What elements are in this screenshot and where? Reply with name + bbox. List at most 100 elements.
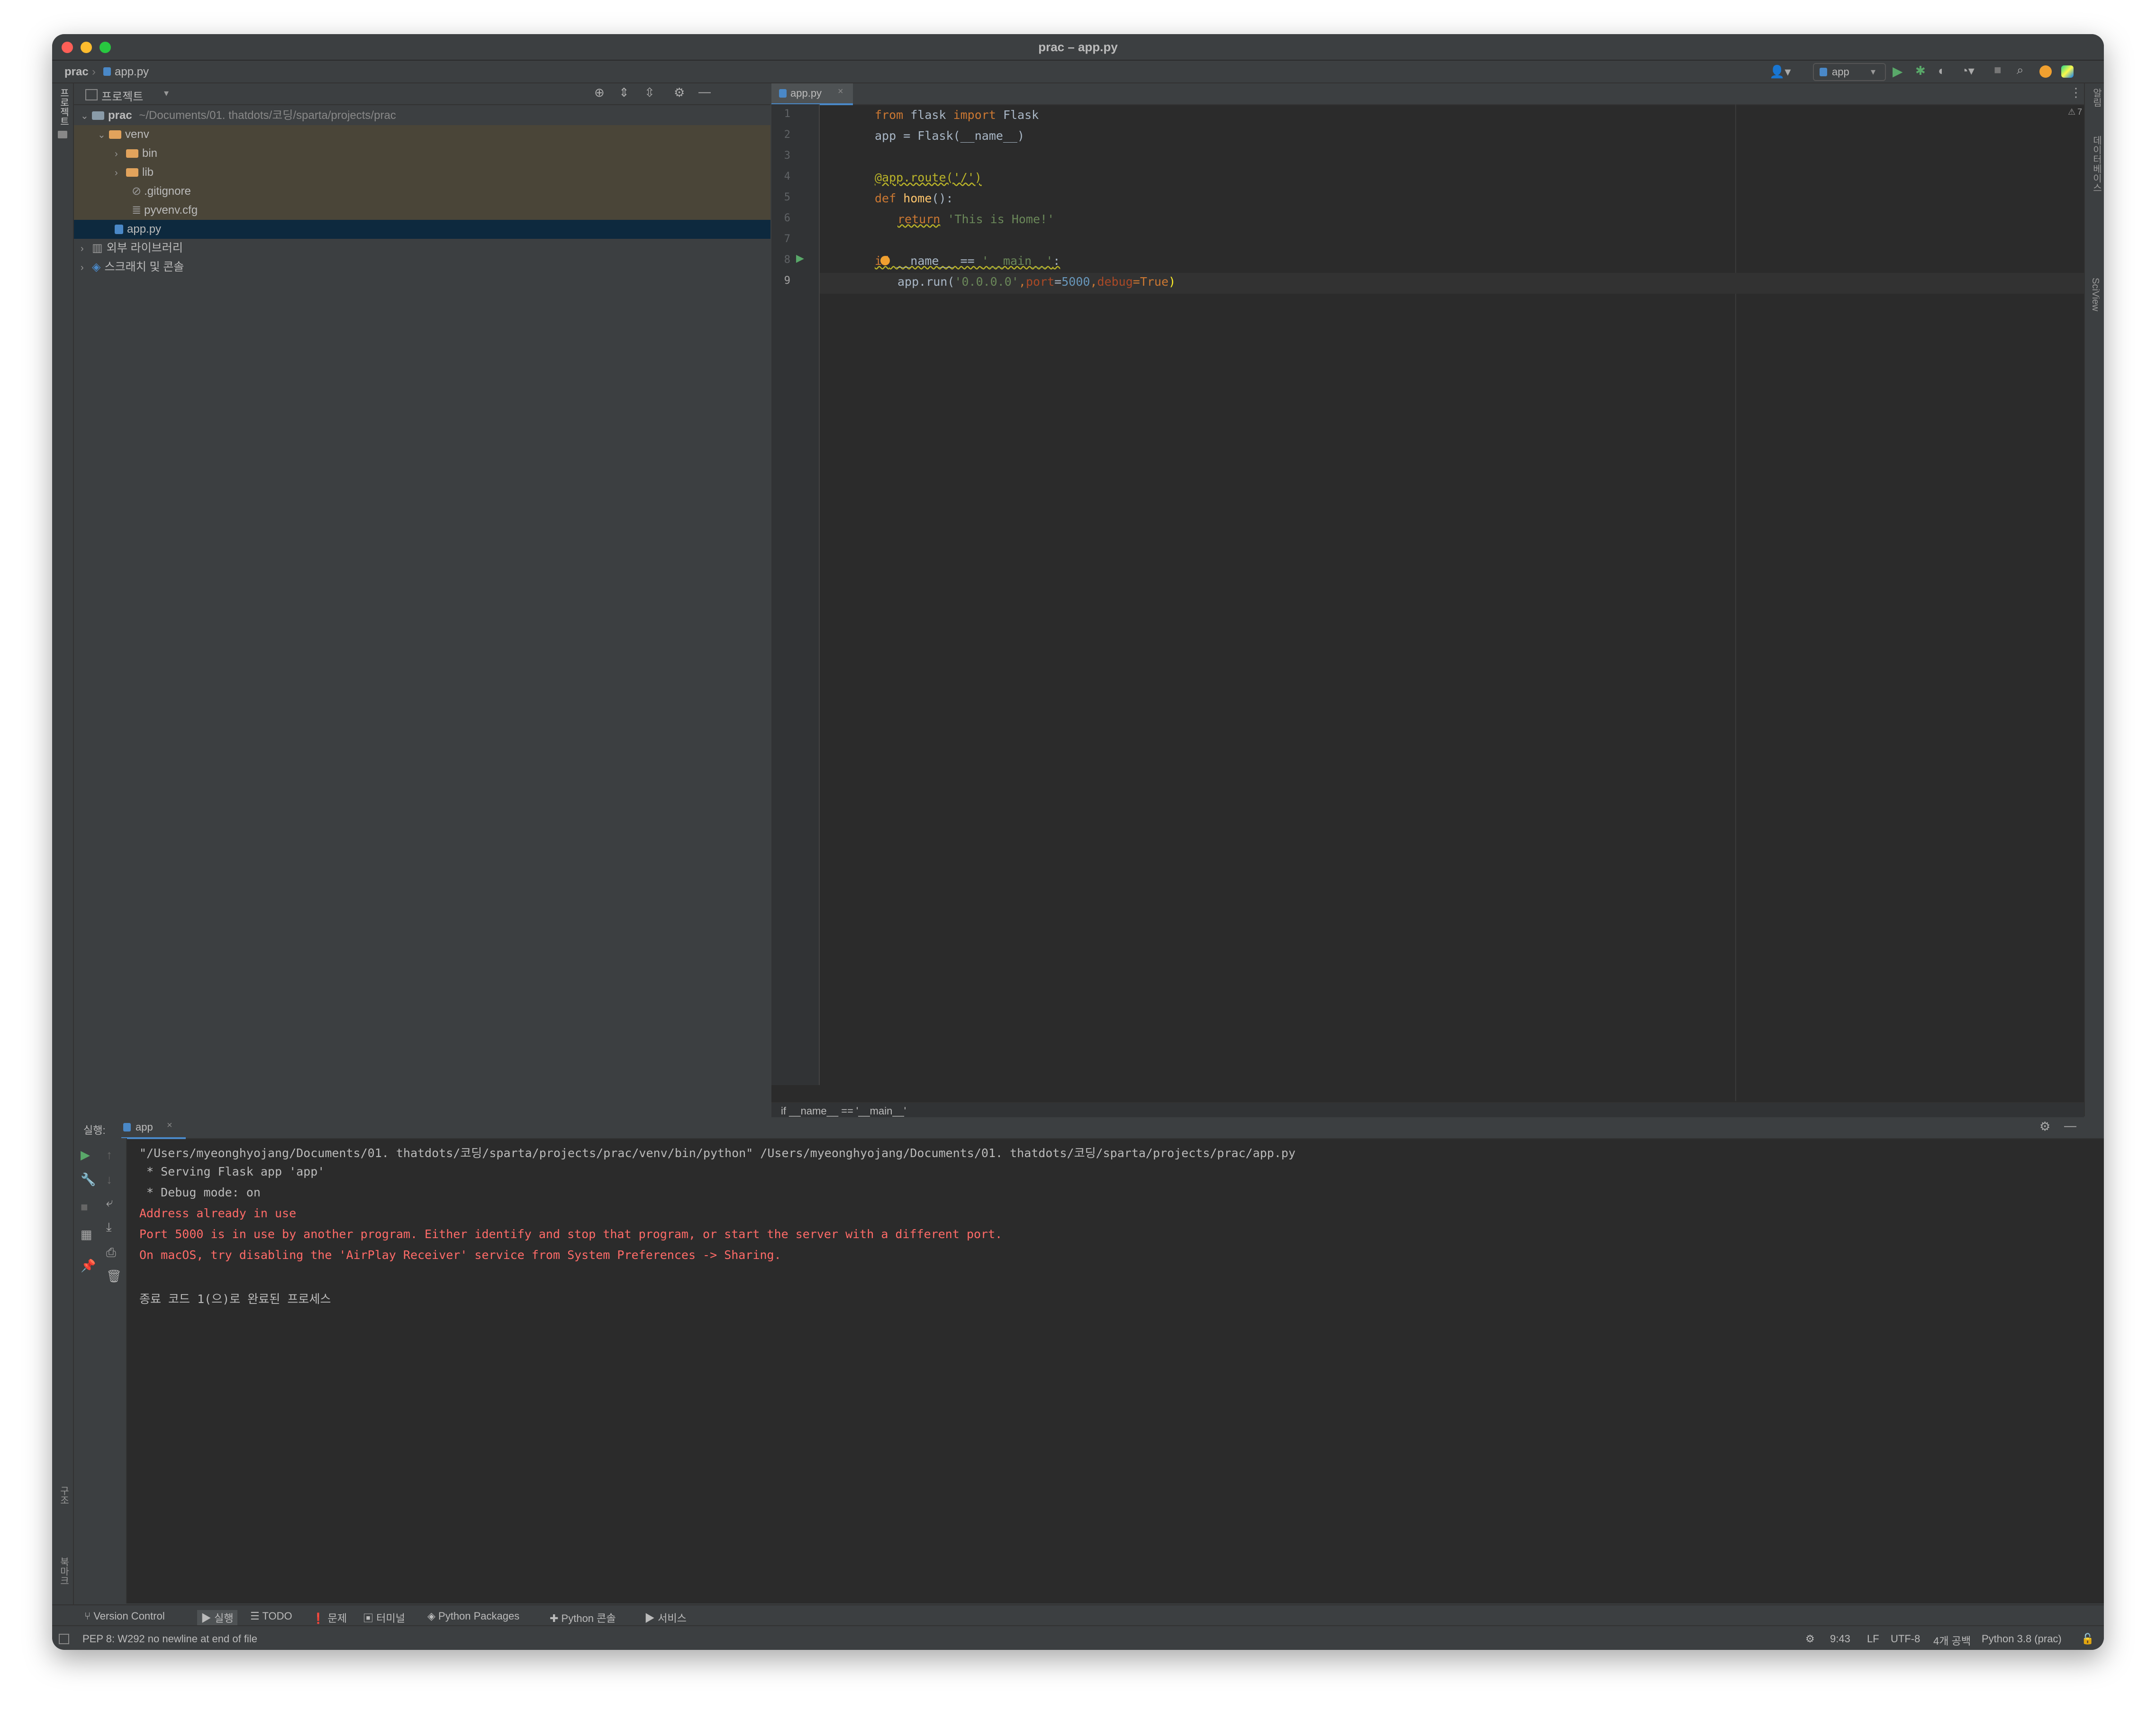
search-icon[interactable]: ⌕ (2017, 63, 2024, 78)
line-number: 5 (784, 191, 790, 203)
intention-bulb-icon[interactable] (880, 256, 890, 265)
stop-icon[interactable]: ■ (1994, 63, 2002, 77)
bookmarks-tool-button[interactable]: 북마크 (57, 1557, 71, 1585)
tab-run-app[interactable]: app × (121, 1117, 186, 1139)
trash-icon[interactable]: 🗑 (106, 1269, 122, 1284)
scroll-to-end-icon[interactable]: ⤓ (106, 1220, 112, 1235)
layout-icon[interactable]: ▦ (81, 1227, 92, 1242)
tree-item-scratches[interactable]: › ◈ 스크래치 및 콘솔 (74, 258, 770, 277)
update-icon[interactable] (2039, 65, 2052, 78)
editor-breadcrumb[interactable]: if __name__ == '__main__' (771, 1102, 2084, 1118)
title-bar: prac – app.py (52, 34, 2104, 61)
tree-item-venv[interactable]: ⌄ venv (74, 125, 770, 144)
sciview-tool-button[interactable]: SciView (2090, 278, 2101, 311)
tree-item-label: bin (142, 147, 158, 160)
tree-item-pyvenv-cfg[interactable]: ≣ pyvenv.cfg (74, 201, 770, 220)
notifications-tool-button[interactable]: 알림 (2090, 88, 2103, 107)
coverage-icon[interactable]: ◐ (1938, 63, 1946, 78)
git-icon[interactable]: ⚙ (1805, 1633, 1815, 1645)
console-line: * Serving Flask app 'app' (139, 1165, 325, 1178)
ignore-file-icon: ⊘ (132, 185, 142, 198)
warning-count[interactable]: 7 (2077, 107, 2082, 117)
tree-item-external-libraries[interactable]: › ▥ 외부 라이브러리 (74, 239, 770, 258)
structure-tool-button[interactable]: 구조 (57, 1486, 71, 1505)
python-config-icon (1820, 68, 1827, 76)
breadcrumb-file[interactable]: app.py (115, 65, 149, 79)
console-error-line: Address already in use (139, 1206, 297, 1220)
project-tool-button[interactable]: 프로젝트 (57, 88, 71, 126)
breadcrumb-label: if __name__ == '__main__' (781, 1105, 906, 1117)
tab-version-control[interactable]: ⑂ Version Control (84, 1610, 165, 1622)
code-area[interactable]: from flask import Flask app = Flask(__na… (820, 84, 2084, 1102)
code-line-1: from flask import Flask (875, 108, 1039, 122)
python-interpreter[interactable]: Python 3.8 (prac) (1982, 1633, 2062, 1645)
tab-todo[interactable]: ☰ TODO (250, 1610, 292, 1622)
stop-icon[interactable]: ■ (81, 1200, 88, 1214)
gear-icon[interactable]: ⚙ (2039, 1119, 2050, 1134)
down-arrow-icon[interactable]: ↓ (106, 1172, 112, 1187)
run-panel: 실행: app × ⚙ — ▶ ↑ 🔧 ↓ ■ ⤶ ⤓ ▦ ⎙ 📌 🗑 "/Us… (74, 1117, 2104, 1603)
tab-terminal[interactable]: ▣ 터미널 (363, 1610, 405, 1625)
tab-run[interactable]: ▶ 실행 (197, 1610, 237, 1625)
line-separator[interactable]: LF (1867, 1633, 1879, 1645)
chevron-down-icon[interactable]: ▾ (164, 87, 169, 99)
console-output[interactable]: "/Users/myeonghyojang/Documents/01. that… (127, 1138, 2084, 1603)
run-gutter-icon[interactable]: ▶ (796, 252, 804, 264)
project-panel: 프로젝트 ▾ ⊕ ⇕ ⇳ ⚙ — ⌄ prac ~/Documents/01. t… (74, 83, 770, 1116)
tree-item-label: venv (125, 128, 149, 141)
console-line: * Debug mode: on (139, 1186, 261, 1199)
project-view-label[interactable]: 프로젝트 (101, 87, 143, 104)
tree-item-label: pyvenv.cfg (144, 204, 198, 217)
tab-services[interactable]: ▶ 서비스 (644, 1610, 687, 1625)
cursor-position[interactable]: 9:43 (1830, 1633, 1850, 1645)
tab-python-packages[interactable]: ◈ Python Packages (427, 1610, 519, 1622)
bottom-tool-tabs: ⑂ Version Control ▶ 실행 ☰ TODO ❗ 문제 ▣ 터미널… (52, 1604, 2104, 1626)
tree-item-lib[interactable]: › lib (74, 163, 770, 182)
tree-item-prac[interactable]: ⌄ prac ~/Documents/01. thatdots/코딩/sparta… (74, 106, 770, 125)
soft-wrap-icon[interactable]: ⤶ (106, 1195, 113, 1210)
folder-icon (58, 131, 67, 138)
expand-all-icon[interactable]: ⇕ (619, 85, 629, 100)
database-tool-button[interactable]: 데이터베이스 (2090, 136, 2103, 192)
tree-item-gitignore[interactable]: ⊘ .gitignore (74, 182, 770, 201)
hide-panel-icon[interactable]: — (2064, 1118, 2076, 1133)
close-icon[interactable]: × (167, 1120, 172, 1131)
jetbrains-logo-icon[interactable] (2061, 65, 2074, 78)
indent-setting[interactable]: 4개 공백 (1933, 1633, 1971, 1648)
up-arrow-icon[interactable]: ↑ (106, 1148, 112, 1162)
rerun-icon[interactable]: ▶ (81, 1148, 90, 1162)
code-line-6: return 'This is Home!' (897, 212, 1055, 226)
chevron-right-icon: › (115, 149, 118, 159)
print-icon[interactable]: ⎙ (106, 1245, 116, 1260)
wrench-icon[interactable]: 🔧 (81, 1172, 96, 1187)
file-encoding[interactable]: UTF-8 (1891, 1633, 1920, 1645)
tool-windows-icon[interactable] (59, 1634, 69, 1644)
tree-item-app-py[interactable]: app.py (74, 220, 770, 239)
collapse-all-icon[interactable]: ⇳ (644, 85, 655, 100)
run-config-selector[interactable]: app ▾ (1813, 63, 1886, 81)
status-message[interactable]: PEP 8: W292 no newline at end of file (82, 1633, 257, 1645)
code-line-9: app.run('0.0.0.0',port=5000,debug=True) (897, 275, 1176, 289)
tree-item-label: prac (108, 109, 132, 122)
run-panel-header: 실행: app × ⚙ — (74, 1117, 2104, 1139)
chevron-right-icon: › (81, 244, 84, 254)
tab-problems[interactable]: ❗ 문제 (312, 1610, 347, 1625)
run-icon[interactable]: ▶ (1893, 63, 1903, 79)
line-gutter: 1 2 3 4 5 6 7 8 9 ▶ (771, 104, 820, 1085)
warning-icon[interactable]: ⚠ (2068, 107, 2075, 117)
breadcrumb-project[interactable]: prac (64, 65, 89, 79)
hide-panel-icon[interactable]: — (698, 84, 711, 99)
tree-item-bin[interactable]: › bin (74, 144, 770, 163)
line-number: 8 (784, 254, 790, 266)
gear-icon[interactable]: ⚙ (674, 85, 685, 100)
chevron-down-icon: ▾ (1871, 67, 1876, 77)
locate-file-icon[interactable]: ⊕ (594, 85, 605, 100)
tab-python-console[interactable]: ✚ Python 콘솔 (550, 1610, 616, 1625)
line-number: 9 (784, 275, 790, 287)
pin-icon[interactable]: 📌 (81, 1258, 96, 1273)
line-number: 4 (784, 171, 790, 182)
user-account-icon[interactable]: 👤▾ (1769, 64, 1791, 79)
profile-icon[interactable]: ◔▾ (1961, 63, 1975, 78)
debug-icon[interactable]: ✱ (1915, 63, 1926, 78)
lock-icon[interactable]: 🔓 (2081, 1633, 2094, 1645)
